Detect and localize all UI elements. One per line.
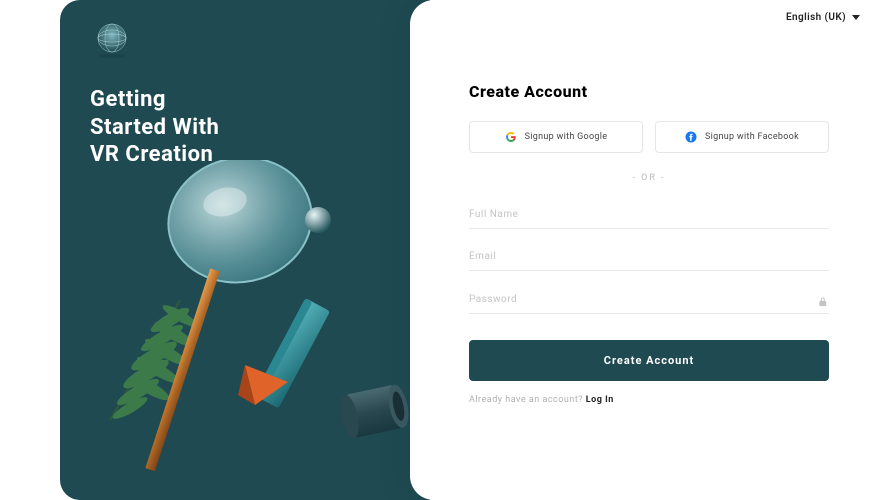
hero-line-1: Getting [90, 87, 166, 112]
language-selector[interactable]: English (UK) [786, 12, 860, 23]
signup-google-button[interactable]: Signup with Google [469, 121, 643, 153]
create-account-button[interactable]: Create Account [469, 340, 829, 381]
hero-panel: Getting Started With VR Creation [60, 0, 430, 500]
hero-line-2: Started With [90, 115, 219, 140]
google-icon [505, 131, 517, 143]
chevron-down-icon [852, 15, 860, 20]
language-label: English (UK) [786, 12, 846, 23]
brand-logo [90, 18, 134, 62]
form-title: Create Account [469, 82, 829, 101]
google-button-label: Signup with Google [525, 132, 608, 142]
form-divider: - OR - [469, 173, 829, 183]
signup-facebook-button[interactable]: Signup with Facebook [655, 121, 829, 153]
signup-form: Create Account Signup with Google Signup… [469, 82, 829, 405]
lock-icon [817, 293, 829, 305]
email-field[interactable] [469, 243, 829, 271]
password-input[interactable] [469, 294, 817, 305]
email-input[interactable] [469, 251, 829, 262]
fullname-input[interactable] [469, 209, 829, 220]
form-panel: English (UK) Create Account Signup with … [410, 0, 888, 500]
social-signup-row: Signup with Google Signup with Facebook [469, 121, 829, 153]
password-field[interactable] [469, 285, 829, 314]
facebook-button-label: Signup with Facebook [705, 132, 799, 142]
fullname-field[interactable] [469, 201, 829, 229]
login-prompt-text: Already have an account? [469, 395, 586, 405]
hero-illustration [90, 160, 430, 500]
hero-heading: Getting Started With VR Creation [90, 86, 400, 169]
login-link[interactable]: Log In [586, 395, 614, 405]
facebook-icon [685, 131, 697, 143]
page-gutter [0, 0, 60, 500]
login-prompt-row: Already have an account? Log In [469, 395, 829, 405]
